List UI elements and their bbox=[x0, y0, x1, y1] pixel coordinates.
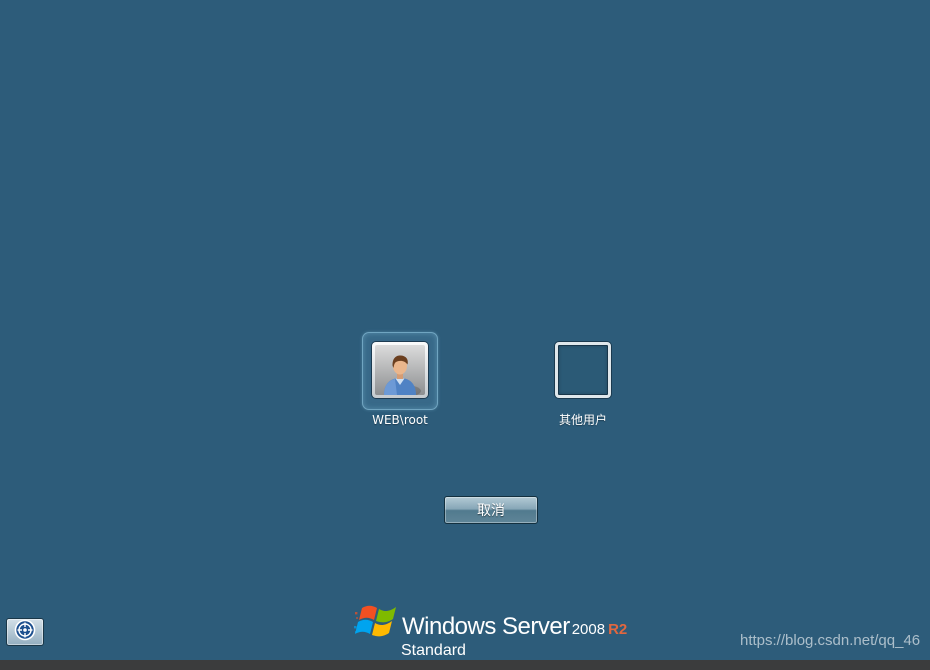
product-version: 2008 bbox=[571, 621, 606, 638]
cancel-button[interactable]: 取消 bbox=[444, 496, 538, 524]
watermark-url: https://blog.csdn.net/qq_46 bbox=[740, 632, 921, 649]
product-name: Windows Server bbox=[402, 613, 570, 640]
user-tile-label: 其他用户 bbox=[558, 413, 607, 427]
ease-of-access-icon bbox=[14, 619, 36, 645]
windows-flag-icon bbox=[354, 605, 396, 637]
user-tile-label: WEB\root bbox=[372, 413, 428, 427]
user-picture-frame[interactable] bbox=[372, 342, 428, 398]
bottom-bar bbox=[0, 660, 930, 670]
user-avatar-icon bbox=[375, 345, 425, 395]
ease-of-access-button[interactable] bbox=[6, 618, 44, 646]
user-tile-other-user[interactable] bbox=[555, 342, 611, 398]
cancel-button-label: 取消 bbox=[477, 503, 505, 519]
product-edition: Standard bbox=[401, 642, 466, 659]
product-release: R2 bbox=[608, 621, 628, 638]
